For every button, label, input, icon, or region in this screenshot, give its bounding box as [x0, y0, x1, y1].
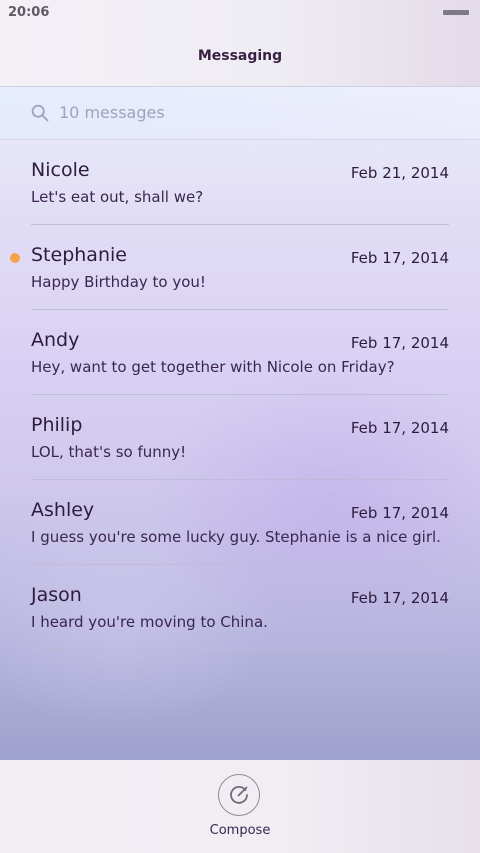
status-time: 20:06 [8, 5, 50, 20]
message-date: Feb 17, 2014 [350, 249, 449, 267]
message-date: Feb 17, 2014 [350, 334, 449, 352]
compose-icon [218, 774, 260, 816]
message-preview: I heard you're moving to China. [31, 613, 268, 631]
battery-icon [443, 10, 469, 15]
message-preview: Let's eat out, shall we? [31, 188, 204, 206]
message-sender: Philip [31, 414, 83, 436]
message-item-jason[interactable]: Jason Feb 17, 2014 I heard you're moving… [0, 565, 480, 650]
message-date: Feb 17, 2014 [350, 589, 449, 607]
message-item-nicole[interactable]: Nicole Feb 21, 2014 Let's eat out, shall… [0, 140, 480, 225]
search-input-placeholder[interactable]: 10 messages [59, 103, 165, 122]
unread-indicator-icon [10, 253, 20, 263]
compose-label: Compose [209, 823, 271, 838]
message-sender: Jason [31, 584, 82, 606]
message-list-area: 10 messages Nicole Feb 21, 2014 Let's ea… [0, 87, 480, 760]
message-list: Nicole Feb 21, 2014 Let's eat out, shall… [0, 140, 480, 650]
message-preview: Hey, want to get together with Nicole on… [31, 358, 395, 376]
message-preview: Happy Birthday to you! [31, 273, 206, 291]
message-date: Feb 21, 2014 [350, 164, 449, 182]
message-preview: LOL, that's so funny! [31, 443, 187, 461]
message-date: Feb 17, 2014 [350, 419, 449, 437]
message-sender: Andy [31, 329, 80, 351]
messaging-screen: 20:06 Messaging 10 messages Nicole Feb 2… [0, 0, 480, 853]
message-sender: Nicole [31, 159, 90, 181]
message-date: Feb 17, 2014 [350, 504, 449, 522]
page-title: Messaging [197, 48, 283, 64]
message-sender: Ashley [31, 499, 95, 521]
top-bar: 20:06 Messaging [0, 0, 480, 87]
compose-button[interactable]: Compose [210, 774, 270, 848]
message-item-philip[interactable]: Philip Feb 17, 2014 LOL, that's so funny… [0, 395, 480, 480]
search-bar[interactable]: 10 messages [0, 87, 480, 140]
message-item-stephanie[interactable]: Stephanie Feb 17, 2014 Happy Birthday to… [0, 225, 480, 310]
message-preview: I guess you're some lucky guy. Stephanie… [31, 528, 441, 546]
bottom-bar: Compose [0, 760, 480, 853]
message-item-ashley[interactable]: Ashley Feb 17, 2014 I guess you're some … [0, 480, 480, 565]
message-item-andy[interactable]: Andy Feb 17, 2014 Hey, want to get toget… [0, 310, 480, 395]
message-sender: Stephanie [31, 244, 127, 266]
divider [31, 649, 449, 650]
search-icon [31, 104, 49, 122]
